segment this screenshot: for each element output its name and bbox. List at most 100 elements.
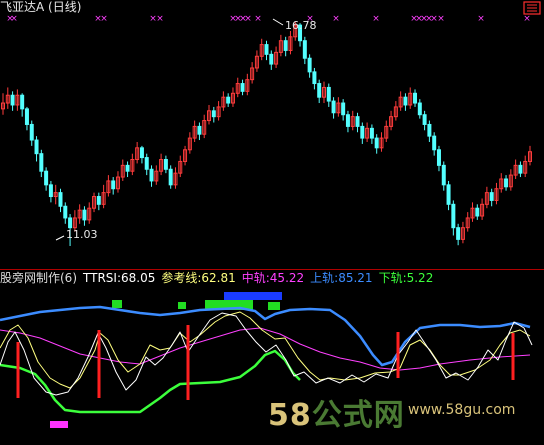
watermark-logo: 58公式网 (268, 398, 405, 433)
candle-body (451, 203, 456, 229)
candle-body (427, 123, 432, 137)
candle (489, 188, 494, 207)
candle (77, 204, 82, 224)
candle (254, 50, 259, 72)
candle-body (10, 94, 15, 106)
candle (360, 122, 365, 144)
candle (235, 77, 240, 98)
candle (446, 180, 451, 211)
candle (283, 36, 288, 57)
candle-body (139, 147, 144, 159)
candle-body (20, 94, 25, 110)
candle (139, 145, 144, 164)
candle (393, 101, 398, 121)
candle-body (504, 178, 509, 188)
candle-body (417, 102, 422, 116)
candle (499, 173, 504, 193)
candle-body (82, 209, 87, 221)
candle-body (39, 153, 44, 172)
chart-title: 飞亚达A (日线) (0, 0, 82, 14)
candle-body (355, 116, 360, 127)
candle-body (63, 205, 68, 219)
indicator-block (268, 302, 280, 310)
marker-x: × (156, 14, 164, 24)
candle (389, 110, 394, 131)
candle-body (283, 40, 288, 51)
stock-chart[interactable]: ×× ×× × × ×××× × × × × ××××× × × × 16.78 11.03 (0, 0, 544, 445)
candle-body (44, 170, 49, 186)
candle-body (312, 71, 317, 85)
candle (187, 132, 192, 154)
candle (350, 110, 355, 131)
candle (494, 182, 499, 205)
candle (24, 106, 29, 131)
candle (523, 155, 528, 178)
ref-line (0, 311, 531, 389)
candle (451, 200, 456, 236)
candle (264, 40, 269, 61)
candle (345, 110, 350, 133)
candle (159, 153, 164, 176)
candle (513, 159, 518, 179)
candle (149, 165, 154, 187)
candle (10, 91, 15, 111)
candle-body (374, 137, 379, 149)
marker-x: × (477, 14, 485, 24)
candle-body (345, 114, 350, 127)
candle (384, 120, 389, 142)
lower-value: 下轨:5.22 (378, 271, 434, 285)
low-price-label: 11.03 (66, 228, 98, 241)
candle (417, 99, 422, 119)
candle (125, 161, 130, 178)
candle (101, 184, 106, 209)
ref-value: 参考线:62.81 (161, 271, 236, 285)
candle-body (125, 164, 130, 172)
candle (154, 165, 159, 185)
candle-body (475, 207, 480, 217)
candle (92, 192, 97, 213)
candle (211, 106, 216, 123)
settings-icon[interactable] (523, 1, 541, 15)
marker-x: × (244, 14, 252, 24)
indicator-block (50, 421, 68, 428)
candle-body (211, 110, 216, 118)
candle (413, 89, 418, 107)
candle (403, 93, 408, 111)
candle-body (331, 100, 336, 114)
candle (58, 188, 63, 213)
candle (312, 67, 317, 90)
candle (331, 97, 336, 119)
candle (307, 54, 312, 78)
marker-x: × (372, 14, 380, 24)
candle-body (422, 114, 427, 125)
candle-body (269, 53, 274, 65)
candle (484, 186, 489, 209)
candle (111, 177, 116, 195)
candle-body (264, 44, 269, 55)
candle (302, 36, 307, 65)
candle (508, 169, 513, 191)
candle (44, 167, 49, 191)
marker-x: × (437, 14, 445, 24)
indicator-name: 股旁网制作(6) (0, 271, 77, 285)
candle-body (58, 192, 63, 207)
indicator-blocks (50, 292, 282, 428)
candle-body (226, 96, 231, 104)
candle (436, 145, 441, 172)
candle (5, 87, 10, 109)
candle (221, 91, 226, 111)
upper-value: 上轨:85.21 (310, 271, 373, 285)
candle (144, 153, 149, 176)
candle (355, 112, 360, 133)
marker-x: × (10, 14, 18, 24)
candle-body (29, 123, 34, 141)
candle (374, 134, 379, 154)
candle (207, 104, 212, 125)
candle (379, 132, 384, 152)
candle (518, 161, 523, 178)
candle-body (48, 184, 53, 198)
candle (178, 155, 183, 178)
marker-x: × (254, 14, 262, 24)
candle (369, 124, 374, 144)
candle-body (168, 168, 173, 186)
